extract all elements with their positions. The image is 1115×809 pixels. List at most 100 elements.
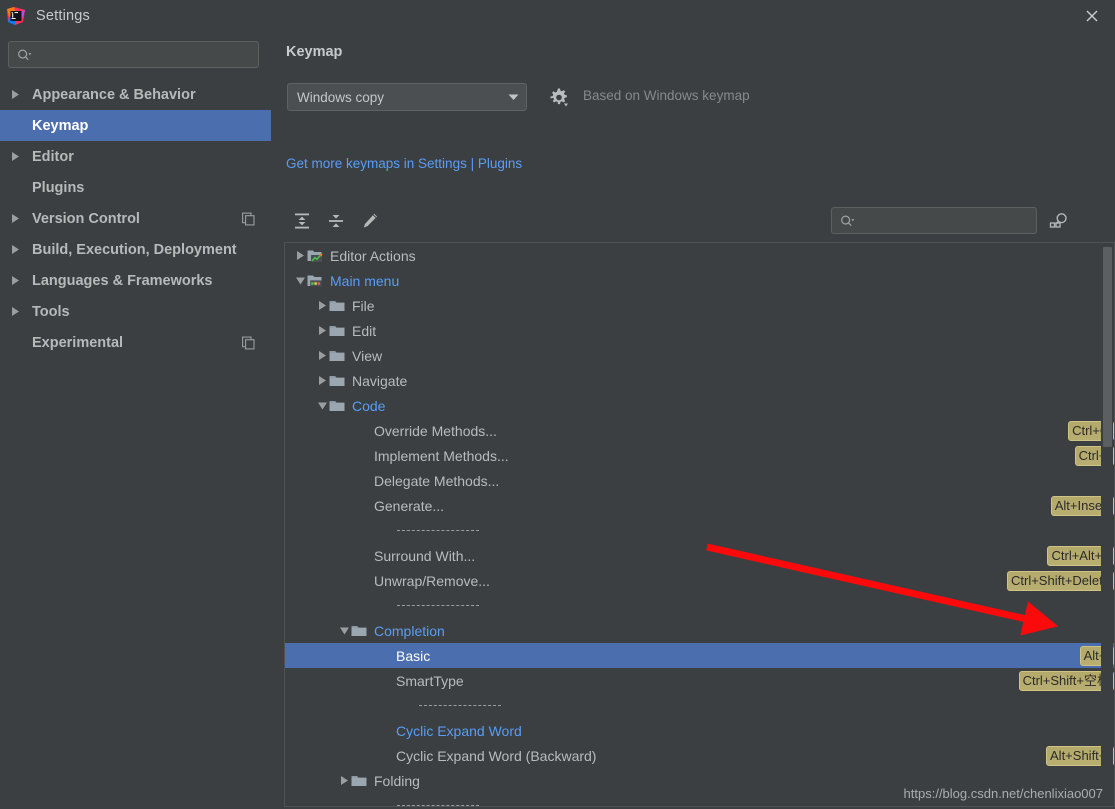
edit-pencil-icon[interactable] (358, 209, 382, 233)
expand-all-icon[interactable] (290, 209, 314, 233)
tree-row[interactable]: View (285, 343, 1114, 368)
tree-separator (285, 593, 1114, 618)
tree-row-label: Folding (374, 772, 420, 789)
tree-row[interactable]: Code (285, 393, 1114, 418)
tree-row[interactable]: SmartType Ctrl+Shift+空格 (285, 668, 1114, 693)
watermark-url: https://blog.csdn.net/chenlixiao007 (903, 786, 1103, 801)
tree-row-label: Delegate Methods... (374, 472, 500, 489)
keymap-select[interactable]: Windows copy (287, 83, 527, 111)
tree-row[interactable]: Override Methods... Ctrl+O (285, 418, 1114, 443)
tree-row[interactable]: Completion (285, 618, 1114, 643)
tree-row[interactable]: Edit (285, 318, 1114, 343)
sidebar-item-editor[interactable]: Editor (0, 141, 271, 172)
intellij-idea-logo-icon (6, 6, 26, 26)
chevron-down-icon[interactable] (315, 399, 329, 413)
separator-line (397, 805, 479, 806)
tree-scrollbar-thumb[interactable] (1103, 247, 1112, 447)
keymap-search-input[interactable] (855, 213, 1043, 228)
tree-separator (285, 693, 1114, 718)
shortcut-badge: Ctrl+Shift+空格 (1018, 670, 1114, 691)
sidebar-item-version-control[interactable]: Version Control (0, 203, 271, 234)
chevron-down-icon[interactable] (293, 274, 307, 288)
tree-row-label: Navigate (352, 372, 408, 389)
sidebar-item-build-execution-deployment[interactable]: Build, Execution, Deployment (0, 234, 271, 265)
folder-icon (351, 624, 369, 637)
folder-icon (329, 399, 347, 412)
tree-row[interactable]: Delegate Methods... (285, 468, 1114, 493)
tree-vertical-scrollbar[interactable] (1101, 244, 1113, 806)
keymap-toolbar (271, 196, 1115, 246)
chevron-right-icon[interactable] (293, 249, 307, 263)
sidebar-list: Appearance & Behavior Keymap Editor Plugins… (0, 79, 271, 358)
tree-row-label: SmartType (396, 672, 464, 689)
sidebar-item-label: Plugins (32, 179, 85, 196)
tree-row-label: Main menu (330, 272, 400, 289)
chevron-right-icon[interactable] (10, 306, 26, 317)
shortcut-badge: Ctrl+Shift+Delete (1007, 570, 1114, 591)
sidebar-item-appearance-behavior[interactable]: Appearance & Behavior (0, 79, 271, 110)
gear-icon (550, 88, 568, 107)
keymap-tree[interactable]: Editor Actions Main menu File Edit View Navig… (284, 242, 1115, 807)
tree-row[interactable]: Navigate (285, 368, 1114, 393)
tree-row-label: Surround With... (374, 547, 476, 564)
tree-row[interactable]: Cyclic Expand Word (285, 718, 1114, 743)
based-on-label: Based on Windows keymap (583, 88, 750, 103)
sidebar-search[interactable] (8, 41, 259, 68)
chevron-down-icon (500, 93, 526, 101)
sidebar-item-languages-frameworks[interactable]: Languages & Frameworks (0, 265, 271, 296)
chevron-right-icon[interactable] (10, 213, 26, 224)
settings-dialog: Settings Appearance & Behavior Keymap Edit… (0, 0, 1115, 809)
tree-separator (285, 518, 1114, 543)
sidebar-item-label: Appearance & Behavior (32, 86, 196, 103)
sidebar-item-label: Build, Execution, Deployment (32, 241, 237, 258)
search-input[interactable] (32, 47, 258, 62)
sidebar-item-plugins[interactable]: Plugins (0, 172, 271, 203)
tree-row[interactable]: Basic Alt+/ (285, 643, 1114, 668)
tree-row[interactable]: Generate... Alt+Insert (285, 493, 1114, 518)
keymap-search-field[interactable] (831, 207, 1043, 234)
get-more-keymaps-link[interactable]: Get more keymaps in Settings | Plugins (286, 156, 522, 171)
chevron-right-icon[interactable] (315, 324, 329, 338)
page-title: Keymap (286, 44, 343, 60)
chevron-right-icon[interactable] (10, 89, 26, 100)
tree-row[interactable]: File (285, 293, 1114, 318)
keymap-settings-gear-button[interactable] (549, 87, 569, 109)
tree-row[interactable]: Surround With... Ctrl+Alt+T (285, 543, 1114, 568)
title-bar: Settings (0, 0, 1115, 31)
tree-row-label: Generate... (374, 497, 445, 514)
close-button[interactable] (1069, 0, 1115, 31)
tree-row[interactable]: Cyclic Expand Word (Backward) Alt+Shift+/ (285, 743, 1114, 768)
chevron-right-icon[interactable] (10, 244, 26, 255)
tree-row-label: Edit (352, 322, 377, 339)
folder-icon (329, 299, 347, 312)
chevron-down-icon[interactable] (337, 624, 351, 638)
sidebar-item-label: Languages & Frameworks (32, 272, 213, 289)
chevron-right-icon[interactable] (10, 151, 26, 162)
chevron-right-icon[interactable] (10, 275, 26, 286)
chevron-right-icon[interactable] (315, 299, 329, 313)
tree-row-label: Override Methods... (374, 422, 497, 439)
chevron-right-icon[interactable] (315, 374, 329, 388)
sidebar-item-experimental[interactable]: Experimental (0, 327, 271, 358)
tree-row[interactable]: Implement Methods... Ctrl+I (285, 443, 1114, 468)
tree-row[interactable]: Unwrap/Remove... Ctrl+Shift+Delete (285, 568, 1114, 593)
tree-row-label: Editor Actions (330, 247, 416, 264)
tree-row-label: Cyclic Expand Word (Backward) (396, 747, 597, 764)
sidebar-item-label: Editor (32, 148, 74, 165)
sidebar-item-keymap[interactable]: Keymap (0, 110, 271, 141)
tree-row[interactable]: Editor Actions (285, 243, 1114, 268)
collapse-all-icon[interactable] (324, 209, 348, 233)
chevron-right-icon[interactable] (315, 349, 329, 363)
sidebar-item-tools[interactable]: Tools (0, 296, 271, 327)
search-icon (17, 48, 32, 62)
folder-icon (329, 349, 347, 362)
chevron-right-icon[interactable] (337, 774, 351, 788)
tree-row[interactable]: Main menu (285, 268, 1114, 293)
find-by-shortcut-icon[interactable] (1047, 209, 1071, 233)
folder-icon (351, 774, 369, 787)
